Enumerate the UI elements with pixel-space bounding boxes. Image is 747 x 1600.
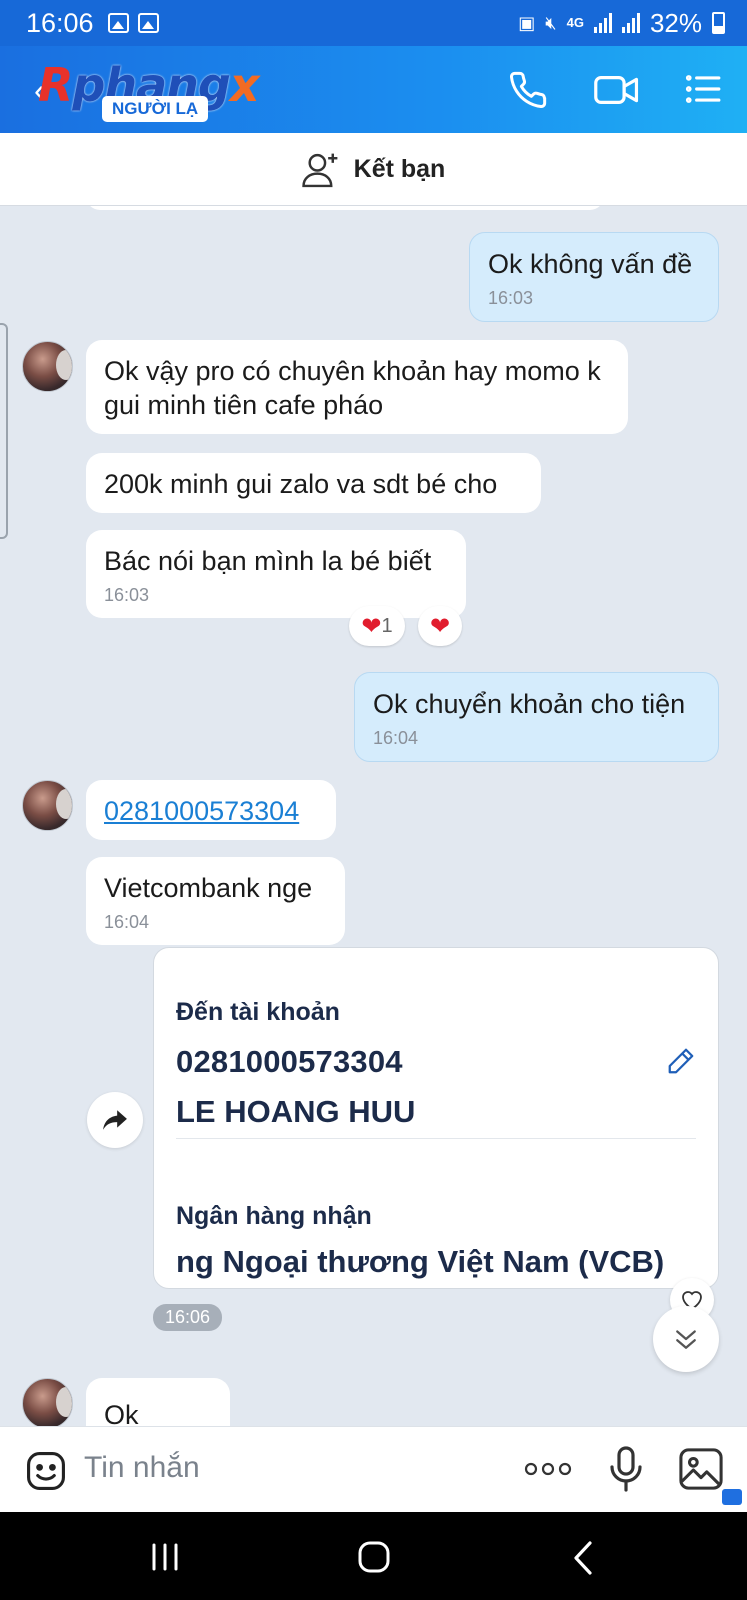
message-bubble-incoming[interactable]: Bác nói bạn mình la bé biết 16:03 [86, 530, 466, 618]
emoji-icon[interactable] [24, 1449, 68, 1498]
reaction-count: 1 [381, 614, 393, 637]
message-time: 16:04 [104, 912, 150, 932]
add-friend-label: Kết bạn [353, 154, 446, 183]
add-friend-icon [301, 153, 338, 188]
home-icon[interactable] [357, 1540, 391, 1579]
back-nav-icon[interactable] [572, 1540, 594, 1581]
gallery-notification-icon [107, 13, 129, 33]
message-text: Bác nói bạn mình la bé biết [104, 546, 432, 576]
reaction-summary[interactable]: ❤ 1 [349, 606, 405, 646]
video-call-icon[interactable] [594, 70, 640, 110]
signal-icon [621, 13, 640, 33]
to-account-title: Đến tài khoản [176, 998, 340, 1026]
signal-icon [593, 13, 612, 33]
message-bubble-incoming[interactable]: 200k minh gui zalo va sdt bé cho [86, 453, 541, 513]
recent-apps-icon[interactable] [150, 1542, 180, 1577]
message-bubble-incoming[interactable]: 0281000573304 [86, 780, 336, 840]
network-type: 4G [566, 15, 584, 30]
message-bubble-incoming[interactable]: Ok [86, 1378, 230, 1426]
status-bar: 16:06 ▣ 🔇︎ 4G 32% [0, 0, 747, 46]
account-number: 0281000573304 [176, 1044, 403, 1079]
bank-title: Ngân hàng nhận [176, 1202, 372, 1230]
message-bubble-outgoing[interactable]: Ok chuyển khoản cho tiện 16:04 [354, 672, 719, 762]
status-time: 16:06 [26, 7, 94, 38]
scroll-down-icon[interactable] [653, 1306, 719, 1372]
bank-name: ng Ngoại thương Việt Nam (VCB) [176, 1244, 665, 1279]
account-name: LE HOANG HUU [176, 1094, 416, 1129]
heart-icon: ❤ [361, 612, 382, 640]
message-input[interactable]: Tin nhắn [84, 1451, 200, 1485]
chat-header: ‹ Rphangx NGƯỜI LẠ [0, 46, 747, 133]
heart-icon: ❤ [429, 612, 451, 640]
message-input-bar: Tin nhắn [0, 1426, 747, 1512]
message-bubble-outgoing[interactable]: Ok không vấn đề 16:03 [469, 232, 719, 322]
message-time: 16:03 [104, 585, 150, 605]
message-bubble [86, 206, 604, 210]
contact-avatar[interactable] [22, 780, 73, 831]
bank-transfer-card[interactable]: Đến tài khoản 0281000573304 LE HOANG HUU… [153, 947, 719, 1289]
more-options-icon[interactable] [524, 1461, 572, 1482]
microphone-icon[interactable] [608, 1445, 644, 1498]
react-button[interactable]: ❤ [418, 606, 462, 646]
menu-icon[interactable] [684, 70, 722, 108]
upload-folder-icon: ▣ [518, 12, 536, 33]
message-text: Vietcombank nge [104, 873, 313, 903]
battery-icon [712, 12, 725, 34]
share-icon[interactable] [87, 1092, 143, 1148]
battery-percent: 32% [649, 7, 702, 38]
message-text: Ok vậy pro có chuyên khoản hay momo k gu… [104, 356, 601, 420]
add-friend-bar[interactable]: Kết bạn [0, 133, 747, 206]
message-time: 16:03 [488, 288, 534, 308]
message-text: Ok [104, 1400, 139, 1426]
chat-area[interactable]: Ok không vấn đề 16:03 Ok vậy pro có chuy… [0, 206, 747, 1426]
phone-icon[interactable] [508, 70, 548, 110]
message-bubble-incoming[interactable]: Vietcombank nge 16:04 [86, 857, 345, 945]
contact-avatar[interactable] [22, 1378, 73, 1426]
message-text: Ok không vấn đề [488, 249, 693, 279]
mute-icon: 🔇︎ [545, 12, 557, 33]
stranger-badge: NGƯỜI LẠ [102, 96, 209, 122]
system-nav-bar [0, 1512, 747, 1600]
side-panel-handle[interactable] [0, 323, 8, 539]
account-number-link[interactable]: 0281000573304 [104, 796, 299, 826]
card-divider [176, 1138, 696, 1139]
image-icon[interactable] [678, 1447, 724, 1496]
message-bubble-incoming[interactable]: Ok vậy pro có chuyên khoản hay momo k gu… [86, 340, 628, 434]
message-text: Ok chuyển khoản cho tiện [373, 689, 686, 719]
message-text: 200k minh gui zalo va sdt bé cho [104, 469, 498, 499]
contact-avatar[interactable] [22, 341, 73, 392]
edit-icon[interactable] [666, 1046, 696, 1081]
message-time: 16:04 [373, 728, 419, 748]
gallery-notification-icon [137, 13, 159, 33]
message-time-pill: 16:06 [153, 1304, 223, 1331]
folder-badge-icon [722, 1489, 742, 1505]
